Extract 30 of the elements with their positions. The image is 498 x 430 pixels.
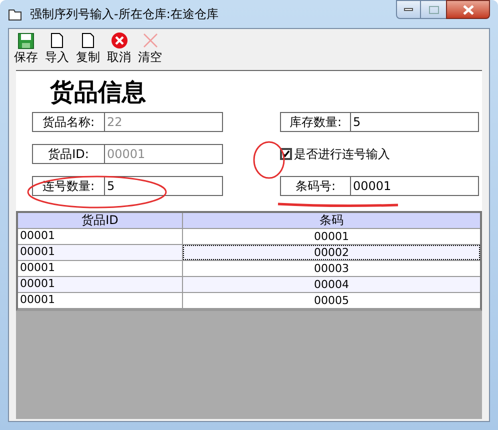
- document-icon: [82, 33, 94, 48]
- close-button[interactable]: [446, 0, 490, 19]
- minimize-button[interactable]: [396, 0, 421, 19]
- table-cell: 00001: [18, 261, 183, 276]
- toolbar-button[interactable]: 导入: [42, 31, 72, 67]
- section-title: 货品信息: [50, 77, 147, 107]
- close-icon: [462, 4, 474, 14]
- table-cell: 00002: [183, 245, 480, 260]
- checkbox-label[interactable]: 是否进行连号输入: [294, 145, 390, 163]
- window-title: 强制序列号输入-所在仓库:在途仓库: [30, 6, 218, 23]
- maximize-button[interactable]: [421, 0, 446, 19]
- window-icon: [8, 8, 22, 20]
- toolbar-button[interactable]: 取消: [104, 31, 134, 67]
- column-header[interactable]: 货品ID: [18, 213, 183, 228]
- table-cell-text: 00005: [313, 293, 350, 308]
- table-cell: 00001: [18, 293, 183, 308]
- toolbar-button[interactable]: 复制: [73, 31, 103, 67]
- document-icon: [51, 33, 63, 48]
- close-icon: [142, 33, 158, 48]
- toolbar-button[interactable]: 保存: [11, 31, 41, 67]
- table-cell-text: 00001: [313, 229, 350, 244]
- table-cell-text: 00003: [313, 261, 350, 276]
- cancel-icon: [110, 32, 128, 49]
- table-cell-text: 00004: [313, 277, 350, 292]
- checkmark-icon: [282, 150, 290, 158]
- table-cell: 00001: [18, 229, 183, 244]
- column-header[interactable]: 条码: [183, 213, 480, 228]
- table-cell: 00001: [18, 277, 183, 292]
- table-cell: 00001: [18, 245, 183, 260]
- annotation-circle: [252, 140, 286, 180]
